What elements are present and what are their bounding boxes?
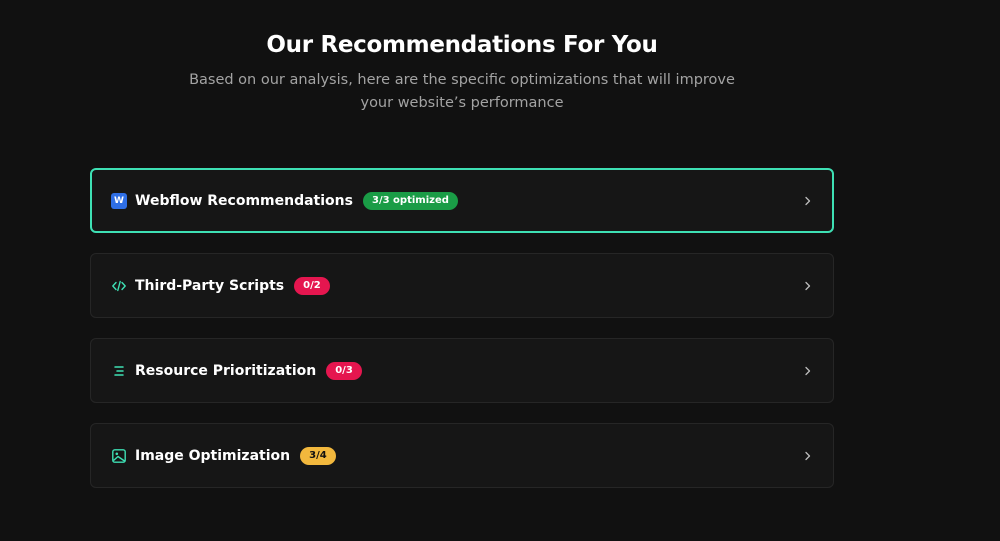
recommendations-list: W Webflow Recommendations 3/3 optimized … — [90, 168, 834, 508]
list-priority-icon — [111, 363, 127, 379]
chevron-right-icon[interactable] — [803, 365, 813, 377]
status-badge: 0/2 — [294, 276, 330, 295]
recommendation-item-webflow[interactable]: W Webflow Recommendations 3/3 optimized — [90, 168, 834, 233]
recommendation-item-third-party-scripts[interactable]: Third-Party Scripts 0/2 — [90, 253, 834, 318]
recommendation-label: Image Optimization — [135, 447, 291, 464]
status-badge: 0/3 — [326, 361, 362, 380]
image-icon — [111, 448, 127, 464]
page-subtitle: Based on our analysis, here are the spec… — [189, 72, 735, 111]
code-icon — [111, 278, 127, 294]
page-title: Our Recommendations For You — [266, 32, 658, 58]
chevron-right-icon[interactable] — [803, 195, 813, 207]
status-badge: 3/4 — [300, 446, 336, 465]
chevron-right-icon[interactable] — [803, 450, 813, 462]
recommendations-page: Our Recommendations For You Based on our… — [0, 0, 1000, 541]
chevron-right-icon[interactable] — [803, 280, 813, 292]
recommendation-label: Webflow Recommendations — [135, 192, 353, 209]
webflow-logo-icon: W — [111, 192, 127, 209]
recommendation-label: Resource Prioritization — [135, 362, 317, 379]
recommendation-item-image-optimization[interactable]: Image Optimization 3/4 — [90, 423, 834, 488]
recommendation-label: Third-Party Scripts — [135, 277, 285, 294]
status-badge: 3/3 optimized — [362, 191, 458, 210]
recommendation-item-resource-prioritization[interactable]: Resource Prioritization 0/3 — [90, 338, 834, 403]
